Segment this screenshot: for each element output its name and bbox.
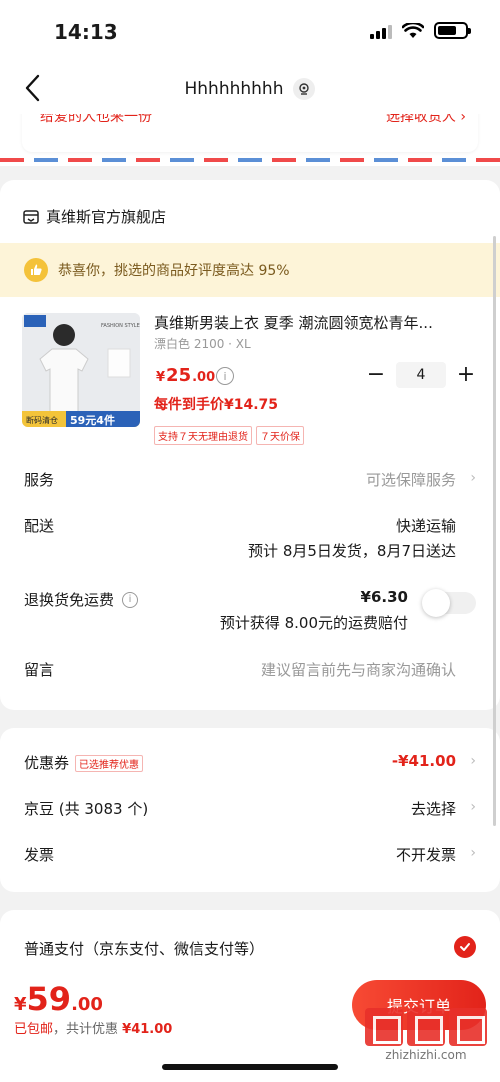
note-input[interactable]: 建议留言前先与商家沟通确认 <box>261 659 456 680</box>
store-card: 真维斯官方旗舰店 恭喜你，挑选的商品好评度高达 95% FASHION STYL… <box>0 180 500 710</box>
check-icon[interactable] <box>454 936 476 958</box>
store-name: 真维斯官方旗舰店 <box>46 208 167 226</box>
product-image[interactable]: FASHION STYLE 断码清仓 59元4件 <box>22 313 140 427</box>
beans-label: 京豆 (共 3083 个) <box>24 800 149 818</box>
praise-banner: 恭喜你，挑选的商品好评度高达 95% <box>0 243 500 297</box>
return-info-icon[interactable]: i <box>122 591 139 608</box>
coupon-row-label: 优惠券 已选推荐优惠 <box>24 752 144 773</box>
return-price: ¥6.30 <box>360 588 408 606</box>
decrease-quantity-button[interactable]: − <box>366 364 386 386</box>
total-subtext: 已包邮，共计优惠 ¥41.00 <box>14 1022 173 1037</box>
submit-order-button[interactable]: 提交订单 <box>352 980 486 1030</box>
beans-chevron-icon[interactable]: › <box>470 799 476 815</box>
quantity-stepper: − 4 + <box>366 362 476 388</box>
service-chevron-icon[interactable]: › <box>470 470 476 486</box>
address-strip[interactable]: 给爱的人也来一份 选择收货人 › <box>0 114 500 166</box>
nav-title: Hhhhhhhhh <box>0 78 500 100</box>
product-tags: 支持７天无理由退货 ７天价保 <box>154 426 304 445</box>
product-title[interactable]: 真维斯男装上衣 夏季 潮流圆领宽松青年... <box>154 312 474 333</box>
choose-receiver-link[interactable]: 选择收货人 › <box>386 114 466 126</box>
invoice-label: 发票 <box>24 846 55 864</box>
coupon-chevron-icon[interactable]: › <box>470 753 476 769</box>
invoice-value[interactable]: 不开发票 <box>396 844 456 865</box>
tag-return: 支持７天无理由退货 <box>154 426 252 445</box>
store-header[interactable]: 真维斯官方旗舰店 <box>22 206 166 227</box>
note-label: 留言 <box>24 661 55 679</box>
increase-quantity-button[interactable]: + <box>456 364 476 386</box>
service-label: 服务 <box>24 471 55 489</box>
product-spec[interactable]: 漂白色 2100 · XL <box>154 335 251 352</box>
quantity-value[interactable]: 4 <box>396 362 446 388</box>
status-icons <box>370 22 471 39</box>
product-price: ¥ 25 .00 <box>156 365 216 386</box>
return-detail: 预计获得 8.00元的运费赔付 <box>219 614 408 632</box>
payment-label: 普通支付（京东支付、微信支付等） <box>24 940 265 958</box>
address-card[interactable]: 给爱的人也来一份 选择收货人 › <box>22 114 478 152</box>
return-row-label: 退换货免运费 i <box>24 589 139 610</box>
return-insurance-toggle[interactable] <box>422 589 476 617</box>
delivery-detail: 预计 8月5日发货，8月7日送达 <box>248 542 456 560</box>
scrollbar[interactable] <box>493 236 496 826</box>
status-time: 14:13 <box>54 20 118 44</box>
price-info-icon[interactable]: i <box>216 367 234 385</box>
store-icon <box>23 209 39 224</box>
thumbs-up-icon <box>24 258 48 282</box>
tag-price-protect: ７天价保 <box>256 426 304 445</box>
service-value[interactable]: 可选保障服务 <box>366 469 456 490</box>
delivery-label: 配送 <box>24 517 55 535</box>
total-price: ¥ 59 .00 <box>14 980 103 1018</box>
battery-icon <box>434 22 471 39</box>
airmail-border <box>0 158 500 162</box>
coupon-badge: 已选推荐优惠 <box>75 755 144 772</box>
gift-hint: 给爱的人也来一份 <box>40 114 152 125</box>
image-promo: 59元4件 <box>70 413 115 427</box>
delivery-value[interactable]: 快递运输 <box>396 515 456 536</box>
praise-text: 恭喜你，挑选的商品好评度高达 95% <box>58 263 290 279</box>
cellular-signal-icon <box>370 23 392 39</box>
invoice-chevron-icon[interactable]: › <box>470 845 476 861</box>
image-promo-small: 断码清仓 <box>26 415 58 425</box>
page-title: Hhhhhhhhh <box>184 79 284 99</box>
coupon-card: 优惠券 已选推荐优惠 -¥41.00 › 京豆 (共 3083 个) 去选择 › … <box>0 728 500 892</box>
home-indicator[interactable] <box>162 1064 338 1070</box>
unit-price: 每件到手价¥14.75 <box>154 397 279 413</box>
image-style-label: FASHION STYLE <box>101 323 140 329</box>
location-pin-icon[interactable] <box>293 78 316 100</box>
status-bar: 14:13 <box>0 0 500 64</box>
wifi-icon <box>402 22 424 38</box>
beans-value[interactable]: 去选择 <box>411 798 456 819</box>
coupon-value[interactable]: -¥41.00 <box>392 752 456 770</box>
nav-bar: Hhhhhhhhh <box>0 64 500 114</box>
